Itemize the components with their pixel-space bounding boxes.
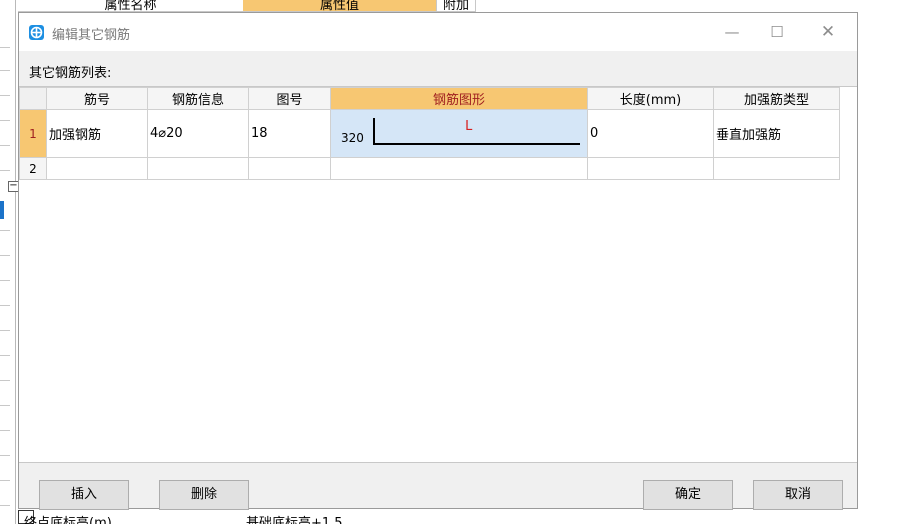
dialog-titlebar[interactable]: 编辑其它钢筋 — ☐ ✕ bbox=[19, 13, 857, 51]
column-header-length[interactable]: 长度(mm) bbox=[587, 87, 714, 110]
background-header-value: 属性值 bbox=[243, 0, 436, 11]
cell-length[interactable]: 0 bbox=[587, 109, 714, 158]
grid-line bbox=[0, 305, 10, 306]
close-icon[interactable]: ✕ bbox=[805, 13, 851, 51]
grid-line bbox=[0, 455, 10, 456]
dialog-title: 编辑其它钢筋 bbox=[52, 28, 131, 43]
cell-bar-shape[interactable]: 320 L bbox=[330, 109, 588, 158]
cell-reinforce-type[interactable]: 垂直加强筋 bbox=[713, 109, 840, 158]
table-row[interactable]: 2 bbox=[19, 157, 840, 180]
grid-line bbox=[0, 230, 10, 231]
shape-dimension[interactable]: 320 bbox=[341, 131, 364, 145]
cancel-button[interactable]: 取消 bbox=[753, 480, 843, 510]
background-header-row: 属性名称 属性值 附加 bbox=[18, 0, 476, 12]
background-row-selection bbox=[0, 201, 4, 219]
maximize-icon[interactable]: ☐ bbox=[754, 13, 800, 51]
grid-line bbox=[0, 95, 10, 96]
grid-line bbox=[0, 145, 10, 146]
column-header-bar-info[interactable]: 钢筋信息 bbox=[147, 87, 249, 110]
grid-line bbox=[0, 330, 10, 331]
column-header-figure-no[interactable]: 图号 bbox=[248, 87, 331, 110]
header-row: 筋号 钢筋信息 图号 钢筋图形 长度(mm) 加强筋类型 bbox=[19, 87, 840, 110]
background-header-name: 属性名称 bbox=[104, 0, 157, 11]
background-left-column bbox=[0, 0, 16, 524]
grid-line bbox=[0, 280, 10, 281]
cell-length[interactable] bbox=[587, 157, 714, 180]
grid-line bbox=[0, 405, 10, 406]
column-header-bar-no[interactable]: 筋号 bbox=[46, 87, 148, 110]
background-row-value[interactable]: 基础底标高+1.5 bbox=[246, 512, 436, 524]
cell-reinforce-type[interactable] bbox=[713, 157, 840, 180]
grid-line bbox=[0, 255, 10, 256]
dialog-footer: 插入 删除 确定 取消 bbox=[19, 463, 857, 510]
cell-bar-no[interactable]: 加强钢筋 bbox=[46, 109, 148, 158]
grid-line bbox=[0, 70, 10, 71]
app-icon bbox=[29, 25, 44, 40]
background-row-name: 终点底标高(m) bbox=[24, 516, 112, 524]
grid-line bbox=[0, 430, 10, 431]
list-label: 其它钢筋列表: bbox=[29, 66, 112, 81]
row-number[interactable]: 2 bbox=[19, 157, 47, 180]
grid-line bbox=[0, 480, 10, 481]
cell-figure-no[interactable] bbox=[248, 157, 331, 180]
dialog-body: 其它钢筋列表: 筋号 钢筋信息 图号 钢筋图形 长度(mm) 加强筋类型 1 加… bbox=[19, 51, 857, 510]
shape-length-label[interactable]: L bbox=[465, 119, 473, 134]
grid-line bbox=[0, 120, 10, 121]
rebar-grid: 筋号 钢筋信息 图号 钢筋图形 长度(mm) 加强筋类型 1 加强钢筋 4⌀20… bbox=[19, 86, 857, 463]
column-header-reinforce-type[interactable]: 加强筋类型 bbox=[713, 87, 840, 110]
grid-line bbox=[0, 380, 10, 381]
cell-bar-no[interactable] bbox=[46, 157, 148, 180]
column-header-bar-shape[interactable]: 钢筋图形 bbox=[330, 87, 588, 110]
corner-cell[interactable] bbox=[19, 87, 47, 110]
cell-bar-shape[interactable] bbox=[330, 157, 588, 180]
grid-line bbox=[0, 355, 10, 356]
grid-line bbox=[0, 505, 10, 506]
rebar-table: 筋号 钢筋信息 图号 钢筋图形 长度(mm) 加强筋类型 1 加强钢筋 4⌀20… bbox=[19, 87, 840, 180]
edit-other-rebar-dialog: 编辑其它钢筋 — ☐ ✕ 其它钢筋列表: 筋号 钢筋信息 图号 钢筋图形 长度(… bbox=[18, 12, 858, 510]
cell-bar-info[interactable]: 4⌀20 bbox=[147, 109, 249, 158]
grid-line bbox=[0, 170, 10, 171]
cell-bar-info[interactable] bbox=[147, 157, 249, 180]
row-number[interactable]: 1 bbox=[19, 109, 47, 158]
insert-button[interactable]: 插入 bbox=[39, 480, 129, 510]
delete-button[interactable]: 删除 bbox=[159, 480, 249, 510]
cell-figure-no[interactable]: 18 bbox=[248, 109, 331, 158]
bar-shape-drawing bbox=[373, 118, 580, 145]
minimize-icon[interactable]: — bbox=[709, 13, 755, 51]
ok-button[interactable]: 确定 bbox=[643, 480, 733, 510]
background-header-extra: 附加 bbox=[436, 0, 476, 11]
background-row-end-elevation[interactable]: 终点底标高(m) 基础底标高+1.5 bbox=[18, 510, 476, 524]
table-row[interactable]: 1 加强钢筋 4⌀20 18 320 L 0 垂直加强筋 bbox=[19, 109, 840, 158]
grid-line bbox=[0, 47, 10, 48]
